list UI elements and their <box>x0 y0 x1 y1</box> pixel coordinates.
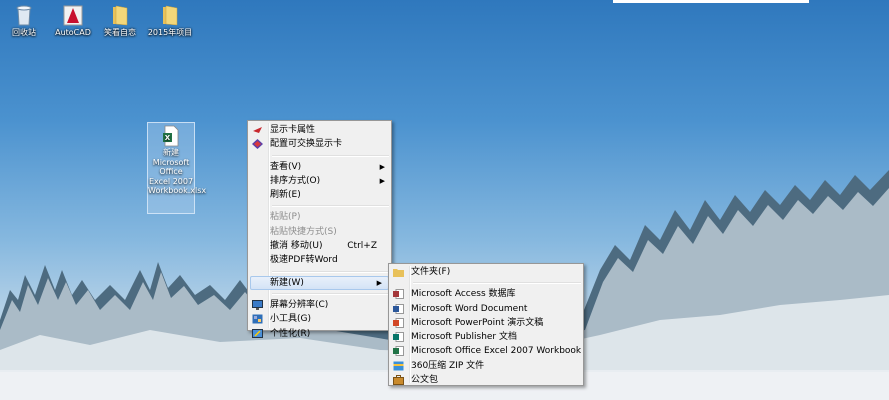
submenu-new: 文件夹(F) Microsoft Access 数据库 Microsoft Wo… <box>388 263 584 386</box>
menu-item-paste: 粘贴(P) <box>270 212 301 223</box>
briefcase-icon <box>393 375 404 386</box>
gadgets-icon <box>252 314 263 324</box>
menu-item-pdf-to-word[interactable]: 极速PDF转Word <box>248 253 391 267</box>
context-menu: 显示卡属性 配置可交换显示卡 查看(V) ▶ 排序方式(O) ▶ 刷新(E) 粘… <box>247 120 392 339</box>
menu-item-display-properties[interactable]: 显示卡属性 <box>248 123 391 137</box>
powerpoint-icon <box>393 317 404 328</box>
menu-separator <box>413 282 581 285</box>
menu-shortcut: Ctrl+Z <box>347 241 377 252</box>
folder-icon <box>163 5 178 26</box>
submenu-item-excel[interactable]: Microsoft Office Excel 2007 Workbook <box>389 344 583 358</box>
menu-item-gadgets[interactable]: 小工具(G) <box>248 312 391 326</box>
desktop-icon-label: 2015年项目 <box>147 28 193 37</box>
submenu-item-access[interactable]: Microsoft Access 数据库 <box>389 287 583 301</box>
top-window-edge <box>613 0 809 3</box>
excel-file-icon: X <box>163 125 179 147</box>
menu-item-refresh[interactable]: 刷新(E) <box>248 188 391 202</box>
desktop-icon-folder-2015[interactable]: 2015年项目 <box>140 4 200 38</box>
submenu-arrow-icon: ▶ <box>379 162 385 171</box>
submenu-arrow-icon: ▶ <box>376 278 382 287</box>
menu-separator <box>272 292 389 295</box>
zip-archive-icon <box>393 361 404 371</box>
desktop-icon-label: AutoCAD <box>55 28 91 37</box>
folder-icon <box>393 269 404 277</box>
submenu-item-folder[interactable]: 文件夹(F) <box>389 265 583 279</box>
submenu-arrow-icon: ▶ <box>379 176 385 185</box>
svg-text:X: X <box>165 134 171 142</box>
menu-item-switchable-graphics[interactable]: 配置可交换显示卡 <box>248 137 391 151</box>
display-card-icon <box>253 127 262 133</box>
folder-icon <box>113 5 128 26</box>
menu-item-view[interactable]: 查看(V) ▶ <box>248 160 391 174</box>
menu-item-undo-move[interactable]: 撤消 移动(U) Ctrl+Z <box>248 239 391 253</box>
desktop-icon-label: 笑看自恋 <box>104 28 136 37</box>
personalize-icon <box>252 328 263 338</box>
menu-separator <box>272 154 389 157</box>
desktop-icon-excel-file[interactable]: X 新建 Microsoft Office Excel 2007 Workboo… <box>147 122 206 214</box>
submenu-item-publisher[interactable]: Microsoft Publisher 文档 <box>389 330 583 344</box>
menu-item-sort-by[interactable]: 排序方式(O) ▶ <box>248 174 391 188</box>
submenu-item-word[interactable]: Microsoft Word Document <box>389 302 583 316</box>
diamond-icon <box>252 139 263 150</box>
menu-separator <box>272 205 389 208</box>
submenu-item-zip[interactable]: 360压缩 ZIP 文件 <box>389 359 583 373</box>
recycle-bin-icon <box>16 5 32 26</box>
menu-item-screen-resolution[interactable]: 屏幕分辨率(C) <box>248 298 391 312</box>
menu-item-new[interactable]: 新建(W) ▶ <box>250 275 389 290</box>
excel-icon <box>393 346 404 357</box>
menu-item-personalize[interactable]: 个性化(R) <box>248 327 391 341</box>
monitor-icon <box>252 299 263 310</box>
autocad-icon <box>63 5 83 26</box>
publisher-icon <box>393 332 404 343</box>
desktop-icon-label: 回收站 <box>12 28 36 37</box>
access-icon <box>393 289 404 300</box>
word-icon <box>393 303 404 314</box>
menu-separator <box>272 270 389 273</box>
submenu-item-briefcase[interactable]: 公文包 <box>389 373 583 387</box>
menu-item-paste-shortcut: 粘贴快捷方式(S) <box>270 226 337 237</box>
submenu-item-powerpoint[interactable]: Microsoft PowerPoint 演示文稿 <box>389 316 583 330</box>
